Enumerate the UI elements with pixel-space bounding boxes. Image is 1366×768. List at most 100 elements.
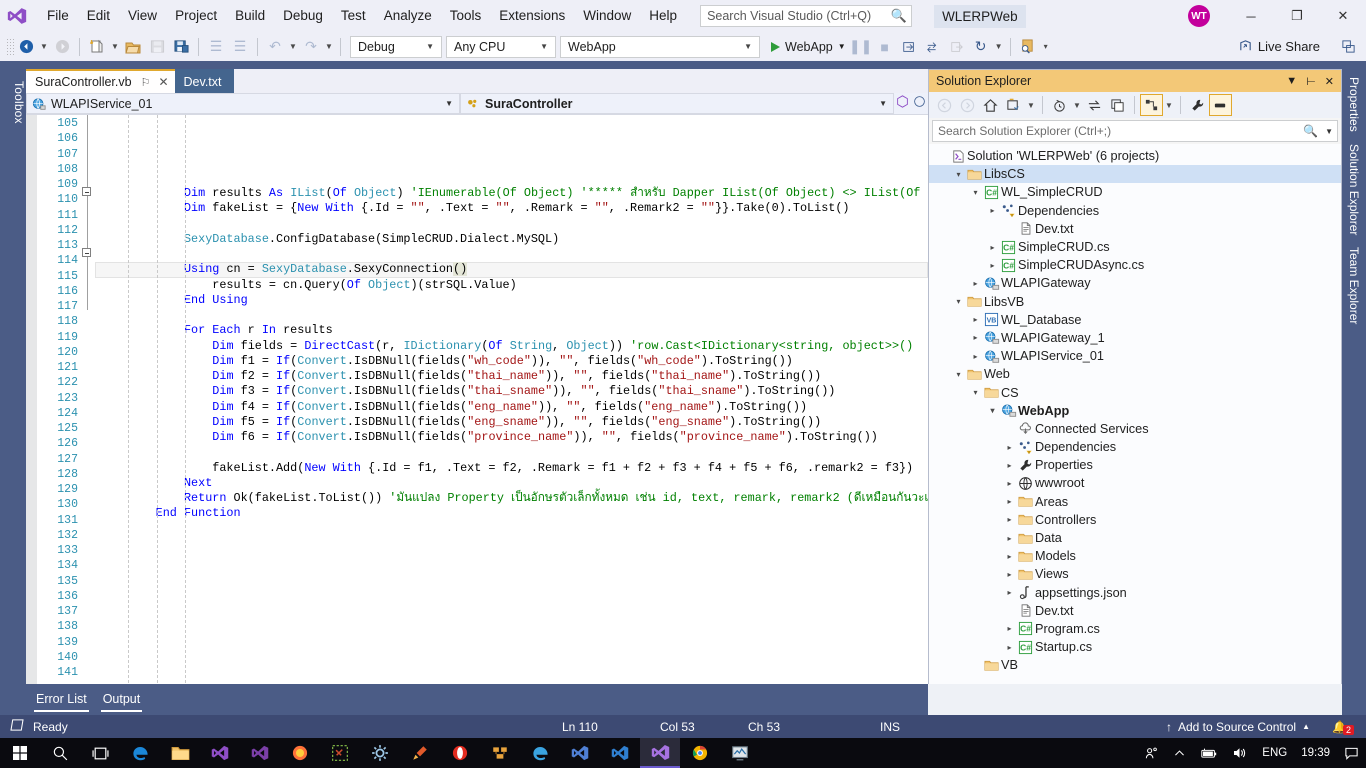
tree-item-dependencies[interactable]: ▸!Dependencies (929, 438, 1341, 456)
project-dropdown[interactable]: WLAPIService_01 ▼ (26, 93, 460, 114)
solution-explorer-search[interactable]: Search Solution Explorer (Ctrl+;) 🔍 ▼ (932, 120, 1338, 142)
internet-explorer-icon[interactable] (520, 738, 560, 768)
visual-studio-icon-4[interactable] (600, 738, 640, 768)
code-line[interactable]: Dim results As IList(Of Object) 'IEnumer… (95, 186, 928, 201)
close-icon[interactable]: ✕ (158, 75, 168, 89)
chevron-right-icon[interactable]: ▸ (1003, 570, 1016, 579)
code-editor[interactable]: 1051061071081091101111121131141151161171… (26, 115, 928, 698)
code-line[interactable]: Dim f3 = If(Convert.IsDBNull(fields("tha… (95, 384, 928, 399)
tree-item-areas[interactable]: ▸Areas (929, 493, 1341, 511)
back-icon[interactable] (933, 94, 956, 116)
tab-output[interactable]: Output (101, 688, 143, 712)
menu-analyze[interactable]: Analyze (375, 3, 441, 29)
redo-dropdown-icon[interactable]: ▼ (323, 35, 335, 58)
strip-team-explorer[interactable]: Team Explorer (1342, 243, 1361, 328)
code-line[interactable]: Dim fields = DirectCast(r, IDictionary(O… (95, 339, 928, 354)
tree-item-views[interactable]: ▸Views (929, 565, 1341, 583)
tree-item-wl-database[interactable]: ▸VBWL_Database (929, 311, 1341, 329)
tree-item-wlapiservice-01[interactable]: ▸WLAPIService_01 (929, 347, 1341, 365)
chevron-down-icon[interactable]: ▾ (952, 170, 965, 179)
taskbar-clock[interactable]: 19:39 (1294, 738, 1337, 768)
close-icon[interactable]: ✕ (1325, 75, 1334, 88)
tree-item-cs[interactable]: ▾CS (929, 383, 1341, 401)
tree-item-data[interactable]: ▸Data (929, 529, 1341, 547)
tree-item-program-cs[interactable]: ▸C#Program.cs (929, 620, 1341, 638)
visual-studio-icon-2[interactable] (240, 738, 280, 768)
code-line[interactable] (95, 445, 928, 460)
tree-item-startup-cs[interactable]: ▸C#Startup.cs (929, 638, 1341, 656)
show-hidden-icons-icon[interactable] (1166, 738, 1193, 768)
panel-menu-icon[interactable]: ▼ (1286, 75, 1297, 87)
tree-item-web[interactable]: ▾Web (929, 365, 1341, 383)
solution-platform-combo[interactable]: Any CPU ▼ (446, 36, 556, 58)
tree-item-controllers[interactable]: ▸Controllers (929, 511, 1341, 529)
chevron-right-icon[interactable]: ▸ (969, 279, 982, 288)
restart-dropdown-icon[interactable]: ▼ (993, 35, 1005, 58)
refresh-icon[interactable] (1106, 94, 1129, 116)
sync-with-active-document-icon[interactable] (1083, 94, 1106, 116)
tree-item-wlapigateway[interactable]: ▸WLAPIGateway (929, 274, 1341, 292)
tree-item-appsettings-json[interactable]: ▸appsettings.json (929, 584, 1341, 602)
snipping-tool-icon[interactable] (320, 738, 360, 768)
chevron-right-icon[interactable]: ▸ (1003, 588, 1016, 597)
tree-item-libscs[interactable]: ▾LibsCS (929, 165, 1341, 183)
paint-icon[interactable] (400, 738, 440, 768)
code-line[interactable]: Next (95, 476, 928, 491)
show-all-files-icon[interactable] (1140, 94, 1163, 116)
code-line[interactable] (95, 659, 928, 674)
menu-help[interactable]: Help (640, 3, 686, 29)
code-line[interactable]: Dim fakeList = {New With {.Id = "", .Tex… (95, 201, 928, 216)
code-line[interactable] (95, 537, 928, 552)
code-line[interactable] (95, 613, 928, 628)
code-line[interactable]: fakeList.Add(New With {.Id = f1, .Text =… (95, 461, 928, 476)
chevron-right-icon[interactable]: ▸ (986, 261, 999, 270)
tree-item-simplecrudasync-cs[interactable]: ▸C#SimpleCRUDAsync.cs (929, 256, 1341, 274)
menu-view[interactable]: View (119, 3, 166, 29)
task-view-icon[interactable] (80, 738, 120, 768)
code-line[interactable] (95, 217, 928, 232)
feedback-icon[interactable] (1336, 35, 1360, 58)
save-all-icon[interactable] (169, 35, 193, 58)
code-line[interactable] (95, 628, 928, 643)
navigate-backward-icon[interactable] (14, 35, 38, 58)
menu-test[interactable]: Test (332, 3, 375, 29)
chrome-icon[interactable] (680, 738, 720, 768)
new-project-icon[interactable] (85, 35, 109, 58)
code-line[interactable]: SexyDatabase.ConfigDatabase(SimpleCRUD.D… (95, 232, 928, 247)
menu-project[interactable]: Project (166, 3, 226, 29)
forward-icon[interactable] (956, 94, 979, 116)
file-explorer-icon[interactable] (160, 738, 200, 768)
menu-build[interactable]: Build (226, 3, 274, 29)
stop-icon[interactable]: ■ (873, 35, 897, 58)
code-text[interactable]: Dim results As IList(Of Object) 'IEnumer… (95, 115, 928, 698)
code-line[interactable]: Return Ok(fakeList.ToList()) 'มันแปลง Pr… (95, 491, 928, 506)
chevron-right-icon[interactable]: ▸ (1003, 534, 1016, 543)
tree-item-properties[interactable]: ▸Properties (929, 456, 1341, 474)
undo-icon[interactable]: ↶ (263, 35, 287, 58)
chevron-right-icon[interactable]: ▸ (1003, 624, 1016, 633)
tree-item-wwwroot[interactable]: ▸wwwroot (929, 474, 1341, 492)
people-icon[interactable] (1137, 738, 1166, 768)
firefox-icon[interactable] (280, 738, 320, 768)
chevron-right-icon[interactable]: ▸ (969, 333, 982, 342)
pending-changes-filter-icon[interactable] (1002, 94, 1025, 116)
chevron-right-icon[interactable]: ▸ (969, 315, 982, 324)
redo-icon[interactable]: ↷ (299, 35, 323, 58)
chevron-down-icon[interactable]: ▾ (952, 370, 965, 379)
code-line[interactable] (95, 644, 928, 659)
save-icon[interactable] (145, 35, 169, 58)
toolbar-grip[interactable] (6, 38, 14, 56)
chevron-right-icon[interactable]: ▸ (1003, 479, 1016, 488)
filter-dropdown-icon[interactable]: ▼ (1025, 94, 1037, 117)
window-minimize-button[interactable]: ─ (1228, 0, 1274, 32)
strip-properties[interactable]: Properties (1342, 73, 1361, 136)
tree-item-dependencies[interactable]: ▸!Dependencies (929, 202, 1341, 220)
startup-project-combo[interactable]: WebApp ▼ (560, 36, 760, 58)
chevron-right-icon[interactable]: ▸ (1003, 461, 1016, 470)
tree-item-solution-wlerpweb-6-projects[interactable]: Solution 'WLERPWeb' (6 projects) (929, 147, 1341, 165)
input-language-indicator[interactable]: ENG (1255, 738, 1294, 768)
menu-window[interactable]: Window (574, 3, 640, 29)
code-line[interactable] (95, 567, 928, 582)
visual-studio-icon-1[interactable] (200, 738, 240, 768)
toolbox-strip[interactable]: Toolbox (0, 69, 26, 659)
